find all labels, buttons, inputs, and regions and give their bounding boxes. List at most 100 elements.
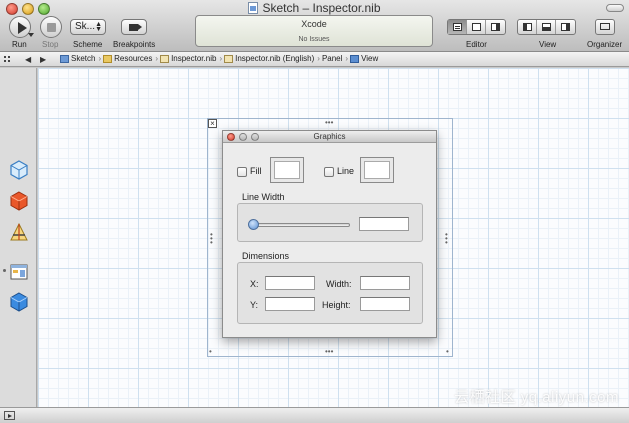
breadcrumb-label: View bbox=[361, 54, 379, 63]
editor-label: Editor bbox=[466, 40, 487, 49]
window-toolbar: Sketch – Inspector.nib Run Stop Sk... ▲ ▼… bbox=[0, 0, 629, 52]
height-field[interactable] bbox=[360, 297, 410, 311]
interface-builder-dock bbox=[0, 68, 37, 407]
resize-handle-bottom-left[interactable]: • bbox=[209, 348, 212, 356]
run-label: Run bbox=[12, 40, 27, 49]
resize-handle-right[interactable]: • • • bbox=[445, 231, 448, 247]
assistant-editor-button[interactable] bbox=[467, 20, 486, 34]
close-icon[interactable]: × bbox=[208, 119, 217, 128]
dimensions-title: Dimensions bbox=[242, 251, 290, 261]
nib-file-icon bbox=[160, 54, 170, 63]
breadcrumb-item-view[interactable]: View bbox=[350, 54, 378, 63]
navigator-toggle-button[interactable] bbox=[518, 20, 537, 34]
breadcrumb-label: Resources bbox=[114, 54, 153, 63]
debug-area-toggle-button[interactable] bbox=[537, 20, 556, 34]
document-icon bbox=[248, 2, 259, 14]
breadcrumb-label: Panel bbox=[321, 54, 343, 63]
window-title: Sketch – Inspector.nib bbox=[0, 1, 629, 15]
popup-arrows-icon: ▲ ▼ bbox=[95, 21, 102, 33]
line-width-title: Line Width bbox=[242, 192, 285, 202]
y-field[interactable] bbox=[265, 297, 315, 311]
line-checkbox[interactable] bbox=[324, 167, 334, 177]
show-document-outline-icon[interactable] bbox=[4, 411, 15, 420]
stop-button[interactable] bbox=[40, 16, 62, 38]
organizer-label: Organizer bbox=[587, 40, 623, 49]
scheme-popup[interactable]: Sk... ▲ ▼ bbox=[70, 19, 106, 35]
play-icon bbox=[18, 22, 27, 34]
breadcrumb-item-nib[interactable]: Inspector.nib › bbox=[160, 54, 222, 63]
resize-handle-bottom[interactable]: ••• bbox=[325, 348, 333, 356]
view-icon bbox=[350, 54, 360, 63]
back-arrow-icon[interactable]: ◀ bbox=[25, 55, 31, 64]
activity-status: No Issues bbox=[298, 36, 330, 43]
line-color-well[interactable] bbox=[360, 157, 394, 183]
utilities-panel-icon bbox=[561, 23, 570, 31]
breadcrumb-item-panel[interactable]: Panel › bbox=[282, 54, 348, 192]
run-menu-arrow-icon[interactable] bbox=[28, 33, 34, 37]
breakpoints-button[interactable] bbox=[121, 19, 147, 35]
dimensions-box: X: Width: Y: Height: bbox=[237, 262, 423, 324]
window-title-text: Sketch – Inspector.nib bbox=[262, 1, 381, 15]
y-label: Y: bbox=[250, 300, 259, 310]
activity-viewer: Xcode No Issues bbox=[195, 15, 433, 47]
breadcrumb-item-resources[interactable]: Resources › bbox=[103, 54, 158, 63]
organizer-icon bbox=[600, 23, 610, 30]
first-responder-icon[interactable] bbox=[9, 191, 29, 211]
panel-minimize-button[interactable] bbox=[239, 133, 247, 141]
scheme-label: Scheme bbox=[73, 40, 103, 49]
editor-segmented-control bbox=[447, 19, 506, 35]
standard-editor-icon bbox=[453, 23, 462, 31]
breakpoints-label: Breakpoints bbox=[113, 40, 156, 49]
graphics-panel[interactable]: Graphics Fill Line Line Width Dimensions… bbox=[222, 130, 437, 338]
breakpoint-icon bbox=[129, 24, 142, 31]
fill-checkbox[interactable] bbox=[237, 167, 247, 177]
version-editor-icon bbox=[491, 23, 500, 31]
files-owner-icon[interactable] bbox=[9, 160, 29, 180]
line-width-slider-track[interactable] bbox=[250, 223, 350, 227]
panel-close-button[interactable] bbox=[227, 133, 235, 141]
forward-arrow-icon[interactable]: ▶ bbox=[40, 55, 46, 64]
panel-title: Graphics bbox=[313, 132, 346, 141]
x-field[interactable] bbox=[265, 276, 315, 290]
debug-panel-icon bbox=[542, 23, 551, 31]
height-label: Height: bbox=[322, 300, 351, 310]
breadcrumb-item-project[interactable]: Sketch › bbox=[60, 54, 101, 63]
panel-titlebar[interactable]: Graphics bbox=[223, 131, 436, 143]
resize-handle-left[interactable]: • • • bbox=[210, 231, 213, 247]
x-label: X: bbox=[250, 279, 259, 289]
breadcrumb-label: Inspector.nib bbox=[171, 54, 217, 63]
breadcrumb-label: Sketch bbox=[71, 54, 96, 63]
panel-zoom-button[interactable] bbox=[251, 133, 259, 141]
activity-app-name: Xcode bbox=[301, 19, 327, 29]
organizer-button[interactable] bbox=[595, 19, 615, 35]
width-field[interactable] bbox=[360, 276, 410, 290]
scheme-value: Sk... bbox=[75, 21, 96, 32]
version-editor-button[interactable] bbox=[486, 20, 505, 34]
stop-label: Stop bbox=[42, 40, 59, 49]
standard-editor-button[interactable] bbox=[448, 20, 467, 34]
panel-object-icon[interactable] bbox=[9, 262, 29, 282]
width-label: Width: bbox=[326, 279, 352, 289]
stop-icon bbox=[47, 23, 56, 32]
breadcrumb-item-nib-english[interactable]: Inspector.nib (English) › bbox=[224, 54, 320, 63]
resize-handle-bottom-right[interactable]: • bbox=[446, 348, 449, 356]
related-files-icon[interactable] bbox=[4, 56, 13, 63]
folder-icon bbox=[103, 54, 113, 63]
breadcrumb: Sketch › Resources › Inspector.nib › Inspec… bbox=[60, 54, 380, 192]
breadcrumb-label: Inspector.nib (English) bbox=[235, 54, 315, 63]
line-width-box bbox=[237, 203, 423, 242]
toolbar-toggle-button[interactable] bbox=[606, 4, 624, 12]
navigator-panel-icon bbox=[523, 23, 532, 31]
jump-bar: ◀ ▶ Sketch › Resources › Inspector.nib › In… bbox=[0, 52, 629, 192]
fill-color-well[interactable] bbox=[270, 157, 304, 183]
nib-file-icon bbox=[224, 54, 234, 63]
line-label: Line bbox=[337, 166, 355, 176]
line-width-field[interactable] bbox=[359, 217, 409, 231]
assistant-editor-icon bbox=[472, 23, 481, 31]
view-segmented-control bbox=[517, 19, 576, 35]
resize-handle-top[interactable]: ••• bbox=[325, 119, 333, 127]
object-cube-icon[interactable] bbox=[9, 292, 29, 312]
utilities-toggle-button[interactable] bbox=[556, 20, 575, 34]
line-width-slider-knob[interactable] bbox=[248, 219, 259, 230]
application-icon[interactable] bbox=[9, 222, 29, 242]
